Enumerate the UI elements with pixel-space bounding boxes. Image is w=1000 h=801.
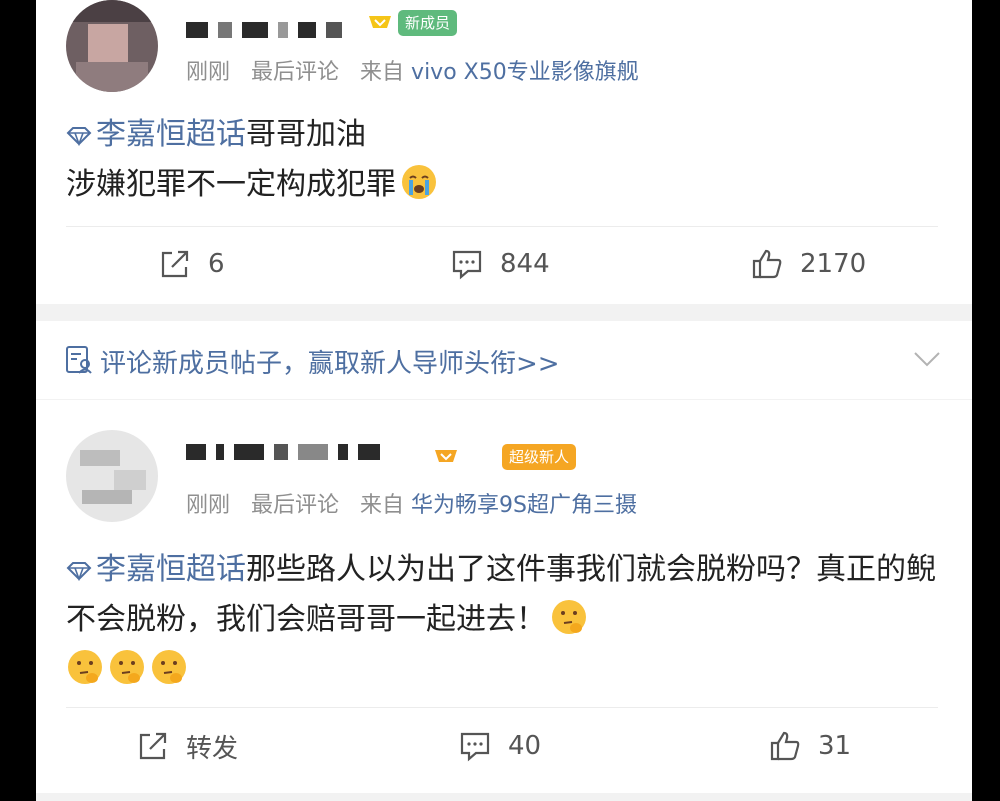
new-member-promo-banner[interactable]: 评论新成员帖子，赢取新人导师头衔>> bbox=[36, 321, 972, 399]
comment-icon bbox=[460, 732, 490, 762]
avatar[interactable] bbox=[66, 0, 158, 92]
promo-text[interactable]: 评论新成员帖子，赢取新人导师头衔>> bbox=[100, 343, 560, 380]
post-activity: 最后评论 bbox=[251, 493, 340, 518]
post-content[interactable]: 李嘉恒超话那些路人以为出了这件事我们就会脱粉吗？真正的鲵不会脱粉，我们会赔哥哥一… bbox=[66, 545, 938, 695]
thinking-face-icon bbox=[68, 650, 102, 684]
post-device[interactable]: 华为畅享9S超广角三摄 bbox=[411, 493, 637, 518]
like-count: 2170 bbox=[800, 249, 867, 279]
username-blurred[interactable] bbox=[186, 22, 342, 38]
post-time: 刚刚 bbox=[186, 60, 231, 85]
thinking-face-icon bbox=[152, 650, 186, 684]
supertopic-label: 李嘉恒超话 bbox=[96, 552, 246, 587]
diamond-icon bbox=[66, 562, 92, 581]
supertopic-link[interactable]: 李嘉恒超话 bbox=[66, 552, 246, 587]
comment-icon bbox=[452, 250, 482, 280]
thinking-face-icon bbox=[110, 650, 144, 684]
post-text-line2: 涉嫌犯罪不一定构成犯罪 bbox=[66, 167, 396, 202]
like-count: 31 bbox=[818, 731, 852, 761]
post-text-line1: 哥哥加油 bbox=[246, 117, 366, 152]
comment-count: 844 bbox=[500, 249, 550, 279]
post-activity: 最后评论 bbox=[251, 60, 340, 85]
crying-face-icon bbox=[402, 165, 436, 199]
new-member-badge: 新成员 bbox=[398, 10, 458, 36]
super-newbie-badge: 超级新人 bbox=[502, 444, 577, 470]
avatar[interactable] bbox=[66, 430, 158, 522]
document-user-icon bbox=[66, 346, 92, 374]
supertopic-link[interactable]: 李嘉恒超话 bbox=[66, 117, 246, 152]
divider bbox=[66, 707, 938, 708]
divider bbox=[66, 226, 938, 227]
post-content[interactable]: 李嘉恒超话哥哥加油 涉嫌犯罪不一定构成犯罪 bbox=[66, 110, 938, 210]
post-card[interactable]: 新成员 刚刚 最后评论 来自 vivo X50专业影像旗舰 李嘉恒超话哥哥加油 … bbox=[36, 0, 972, 304]
thumbs-up-icon bbox=[752, 249, 782, 279]
like-button[interactable]: 2170 bbox=[750, 244, 866, 284]
post-time: 刚刚 bbox=[186, 493, 231, 518]
member-level-icon bbox=[369, 16, 391, 28]
share-icon bbox=[161, 250, 189, 278]
share-icon bbox=[139, 732, 167, 760]
repost-button[interactable]: 6 bbox=[158, 244, 225, 284]
post-meta: 刚刚 最后评论 来自 华为畅享9S超广角三摄 bbox=[186, 487, 637, 519]
post-device[interactable]: vivo X50专业影像旗舰 bbox=[411, 60, 639, 85]
like-button[interactable]: 31 bbox=[768, 726, 851, 766]
post-meta: 刚刚 最后评论 来自 vivo X50专业影像旗舰 bbox=[186, 54, 639, 86]
chevron-down-icon[interactable] bbox=[912, 347, 942, 371]
username-blurred[interactable] bbox=[186, 444, 380, 460]
post-source-prefix: 来自 bbox=[360, 493, 405, 518]
member-level-icon bbox=[435, 450, 457, 462]
comment-button[interactable]: 40 bbox=[458, 726, 541, 766]
thumbs-up-icon bbox=[770, 731, 800, 761]
repost-button[interactable]: 转发 bbox=[136, 726, 238, 766]
diamond-icon bbox=[66, 127, 92, 146]
thinking-face-icon bbox=[552, 600, 586, 634]
comment-count: 40 bbox=[508, 731, 542, 761]
post-source-prefix: 来自 bbox=[360, 60, 405, 85]
comment-button[interactable]: 844 bbox=[450, 244, 550, 284]
repost-label: 转发 bbox=[186, 733, 239, 764]
supertopic-label: 李嘉恒超话 bbox=[96, 117, 246, 152]
repost-count: 6 bbox=[208, 249, 225, 279]
feed-screen: 新成员 刚刚 最后评论 来自 vivo X50专业影像旗舰 李嘉恒超话哥哥加油 … bbox=[36, 0, 972, 801]
